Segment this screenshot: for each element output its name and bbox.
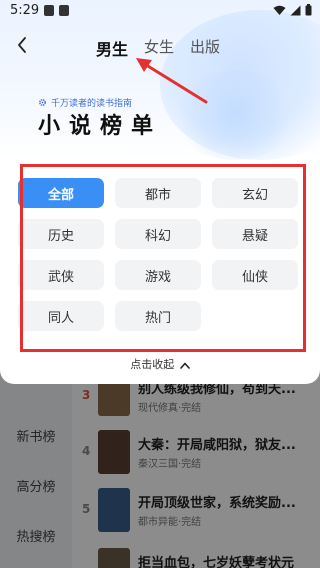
annotation-arrow-icon bbox=[136, 58, 208, 104]
collapse-label: 点击收起 bbox=[130, 358, 175, 371]
chevron-up-icon bbox=[179, 362, 190, 369]
collapse-button[interactable]: 点击收起 bbox=[0, 356, 320, 372]
highlight-box bbox=[20, 164, 306, 352]
